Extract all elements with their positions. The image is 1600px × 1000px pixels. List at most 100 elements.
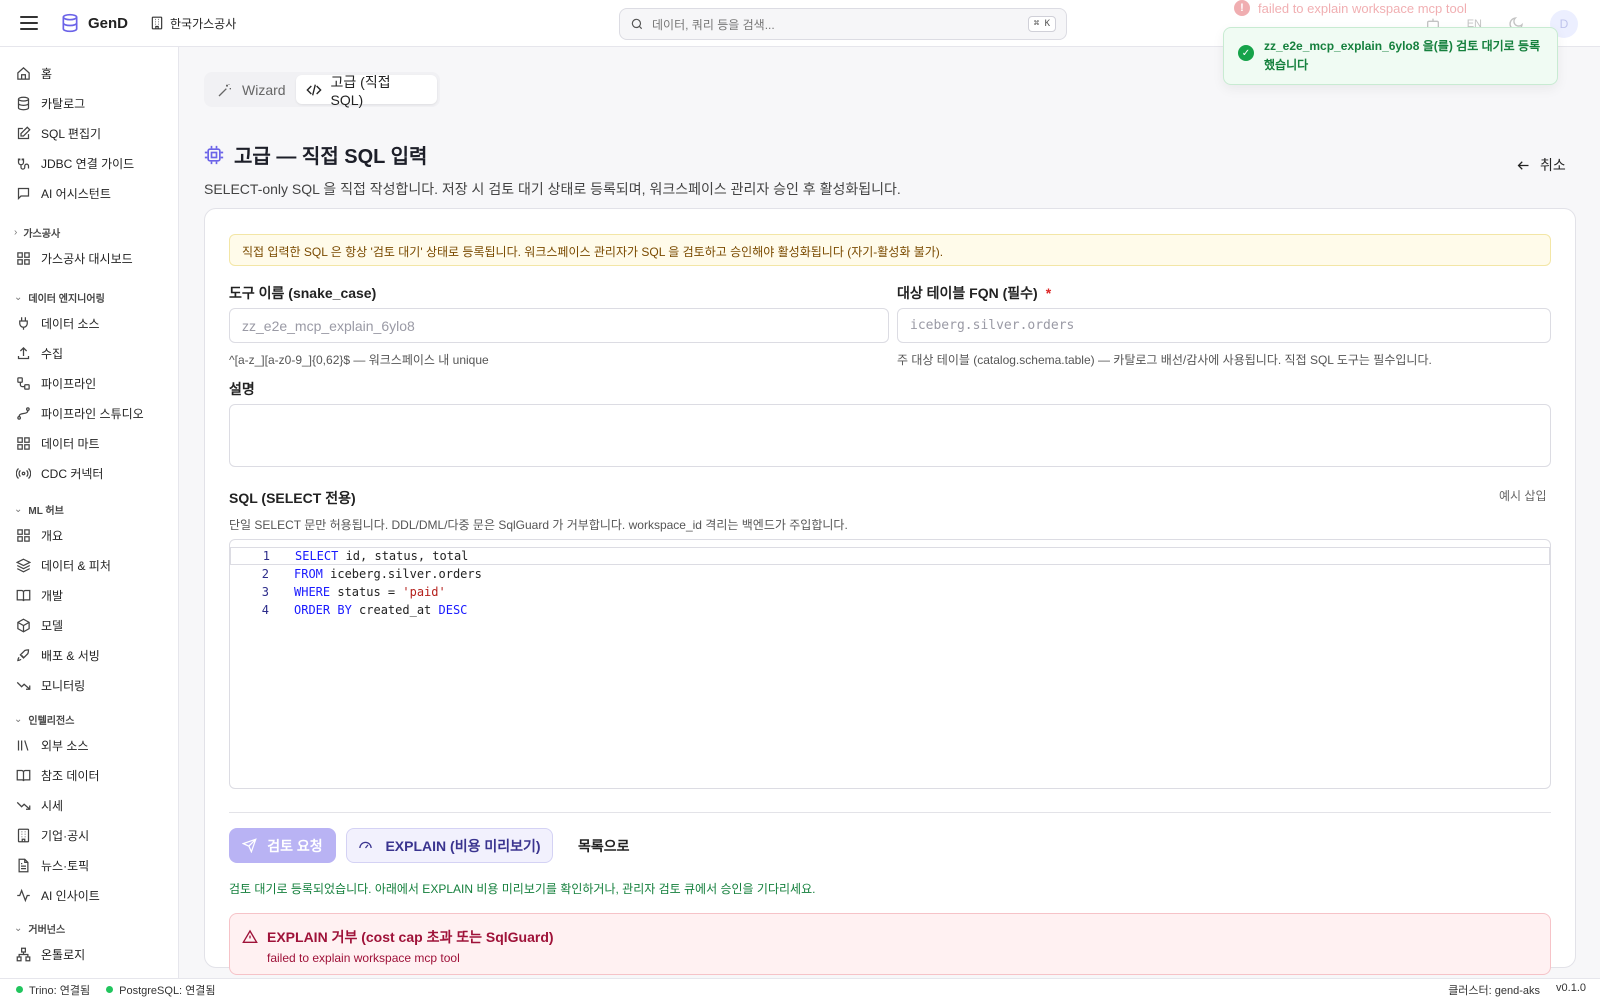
sidebar-item-pipeline-studio[interactable]: 파이프라인 스튜디오 — [16, 403, 144, 423]
sidebar-item-label: 개요 — [41, 528, 64, 543]
search-input[interactable]: 데이터, 쿼리 등을 검색... — [652, 16, 1028, 33]
search-shortcut: ⌘ K — [1027, 16, 1056, 32]
review-notice: 직접 입력한 SQL 은 항상 '검토 대기' 상태로 등록됩니다. 워크스페이… — [229, 234, 1551, 266]
sidebar-item-pipeline[interactable]: 파이프라인 — [16, 373, 96, 393]
sidebar-item-label: 배포 & 서빙 — [41, 648, 100, 663]
description-input[interactable] — [229, 404, 1551, 467]
sidebar-item-label: 모델 — [41, 618, 64, 633]
sidebar-item-ingest[interactable]: 수집 — [16, 343, 63, 363]
success-toast[interactable]: ✓ zz_e2e_mcp_explain_6ylo8 을(를) 검토 대기로 등… — [1223, 27, 1558, 85]
line-number: 2 — [261, 567, 269, 581]
sidebar-item-label: JDBC 연결 가이드 — [41, 156, 135, 171]
workflow-icon — [17, 376, 30, 390]
sidebar-item-data-features[interactable]: 데이터 & 피처 — [16, 555, 111, 575]
sidebar-item-cdc-connector[interactable]: CDC 커넥터 — [16, 463, 103, 483]
chevron-down-icon: ⌄ — [14, 292, 23, 303]
back-to-list-button[interactable]: 목록으로 — [578, 836, 630, 856]
table-fqn-input[interactable]: iceberg.silver.orders — [897, 308, 1551, 343]
sidebar-section-governance[interactable]: ⌄ 거버넌스 — [14, 921, 65, 936]
app-logo[interactable]: GenD — [60, 13, 128, 33]
sidebar-item-data-mart[interactable]: 데이터 마트 — [16, 433, 100, 453]
upload-icon — [17, 346, 30, 359]
rocket-icon — [17, 648, 30, 661]
sidebar-item-label: 파이프라인 — [41, 376, 97, 391]
sidebar-item-deploy-serving[interactable]: 배포 & 서빙 — [16, 645, 100, 665]
cancel-button[interactable]: 취소 — [1516, 155, 1566, 175]
sidebar-item-label: CDC 커넥터 — [41, 466, 104, 481]
alert-circle-icon: ! — [1234, 0, 1250, 16]
org-switcher[interactable]: 한국가스공사 — [150, 15, 236, 32]
tab-label: Wizard — [242, 81, 286, 98]
submit-review-button[interactable]: 검토 요청 — [229, 828, 336, 863]
sidebar-section-ml-hub[interactable]: ⌄ ML 허브 — [14, 502, 64, 517]
sidebar-item-sql-editor[interactable]: SQL 편집기 — [16, 123, 101, 143]
table-fqn-label: 대상 테이블 FQN (필수) * — [897, 283, 1051, 303]
sidebar-item-label: 카탈로그 — [41, 96, 86, 111]
sidebar-item-develop[interactable]: 개발 — [16, 585, 63, 605]
chevron-down-icon: ⌄ — [14, 504, 23, 515]
sidebar-item-market-price[interactable]: 시세 — [16, 795, 63, 815]
page-subtitle: SELECT-only SQL 을 직접 작성합니다. 저장 시 검토 대기 상… — [204, 181, 901, 197]
grid-icon — [17, 528, 30, 542]
sidebar-item-external-sources[interactable]: 외부 소스 — [16, 735, 89, 755]
error-title: EXPLAIN 거부 (cost cap 초과 또는 SqlGuard) — [242, 927, 1538, 947]
sidebar-item-label: 기업·공시 — [41, 828, 90, 843]
tool-name-input[interactable]: zz_e2e_mcp_explain_6ylo8 — [229, 308, 889, 343]
tab-label: 고급 (직접 SQL) — [330, 73, 391, 108]
cluster-name: 클러스터: gend-aks — [1448, 984, 1541, 997]
sidebar-item-label: SQL 편집기 — [41, 126, 102, 141]
tab-wizard[interactable]: Wizard — [207, 75, 296, 104]
sidebar-item-data-sources[interactable]: 데이터 소스 — [16, 313, 100, 333]
sidebar-item-ai-assistant[interactable]: AI 어시스턴트 — [16, 183, 111, 203]
search-icon — [631, 18, 643, 30]
sidebar-item-label: 홈 — [41, 66, 53, 81]
page-title-text: 고급 — 직접 SQL 입력 — [234, 146, 428, 168]
grid-icon — [17, 436, 30, 450]
database-icon — [17, 96, 30, 110]
sidebar-section-intelligence[interactable]: ⌄ 인텔리전스 — [14, 712, 74, 727]
sidebar-item-overview[interactable]: 개요 — [16, 525, 63, 545]
sql-tool-form: 직접 입력한 SQL 은 항상 '검토 대기' 상태로 등록됩니다. 워크스페이… — [204, 208, 1576, 975]
trino-status-text: Trino: 연결됨 — [29, 984, 91, 997]
sidebar-item-model[interactable]: 모델 — [16, 615, 63, 635]
code-text: SELECT id, status, total — [295, 549, 469, 563]
insert-example-button[interactable]: 예시 삽입 — [1499, 487, 1547, 504]
sidebar-section-data-engineering[interactable]: ⌄ 데이터 엔지니어링 — [14, 290, 105, 305]
org-name: 한국가스공사 — [170, 16, 237, 31]
explain-button[interactable]: EXPLAIN (비용 미리보기) — [346, 828, 553, 863]
global-search[interactable]: 데이터, 쿼리 등을 검색... ⌘ K — [619, 8, 1067, 40]
trending-down-icon — [16, 801, 31, 810]
sidebar-item-jdbc-guide[interactable]: JDBC 연결 가이드 — [16, 153, 134, 173]
plug-cable-icon — [17, 158, 30, 170]
sidebar-item-home[interactable]: 홈 — [16, 63, 52, 83]
code-text: FROM iceberg.silver.orders — [294, 567, 482, 581]
dashboard-icon — [17, 251, 30, 265]
line-number: 4 — [261, 603, 269, 617]
table-fqn-hint: 주 대상 테이블 (catalog.schema.table) — 카탈로그 배… — [897, 353, 1432, 367]
sidebar-item-gas-dashboard[interactable]: 가스공사 대시보드 — [16, 248, 133, 268]
menu-icon[interactable] — [20, 16, 38, 30]
sidebar: 홈 카탈로그 SQL 편집기 JDBC 연결 가이드 AI 어시스턴트 › 가스… — [0, 47, 179, 978]
tab-advanced-sql[interactable]: 고급 (직접 SQL) — [295, 74, 437, 108]
app-version: v0.1.0 — [1556, 981, 1586, 994]
sidebar-section-gas[interactable]: › 가스공사 — [14, 225, 60, 240]
sidebar-item-company-disclosure[interactable]: 기업·공시 — [16, 825, 89, 845]
sidebar-item-monitoring[interactable]: 모니터링 — [16, 675, 85, 695]
sidebar-item-reference-data[interactable]: 참조 데이터 — [16, 765, 100, 785]
sql-label: SQL (SELECT 전용) — [229, 490, 356, 506]
send-icon — [242, 838, 258, 853]
sidebar-item-label: AI 인사이트 — [41, 888, 100, 903]
sql-editor[interactable]: 1 SELECT id, status, total 2 FROM iceber… — [229, 539, 1551, 789]
explain-error-alert: EXPLAIN 거부 (cost cap 초과 또는 SqlGuard) fai… — [229, 913, 1551, 975]
alert-triangle-icon — [242, 929, 258, 943]
sidebar-item-news-topic[interactable]: 뉴스·토픽 — [16, 855, 89, 875]
success-toast-text: zz_e2e_mcp_explain_6ylo8 을(를) 검토 대기로 등록했… — [1264, 39, 1541, 72]
sidebar-item-catalog[interactable]: 카탈로그 — [16, 93, 85, 113]
sidebar-item-ai-insight[interactable]: AI 인사이트 — [16, 885, 100, 905]
sidebar-item-ontology[interactable]: 온톨로지 — [16, 944, 85, 964]
plug-icon — [19, 316, 28, 330]
page-header: 고급 — 직접 SQL 입력 SELECT-only SQL 을 직접 작성합니… — [204, 140, 901, 199]
code-text: ORDER BY created_at DESC — [294, 603, 468, 617]
building-icon — [151, 16, 163, 30]
layers-icon — [16, 558, 31, 572]
